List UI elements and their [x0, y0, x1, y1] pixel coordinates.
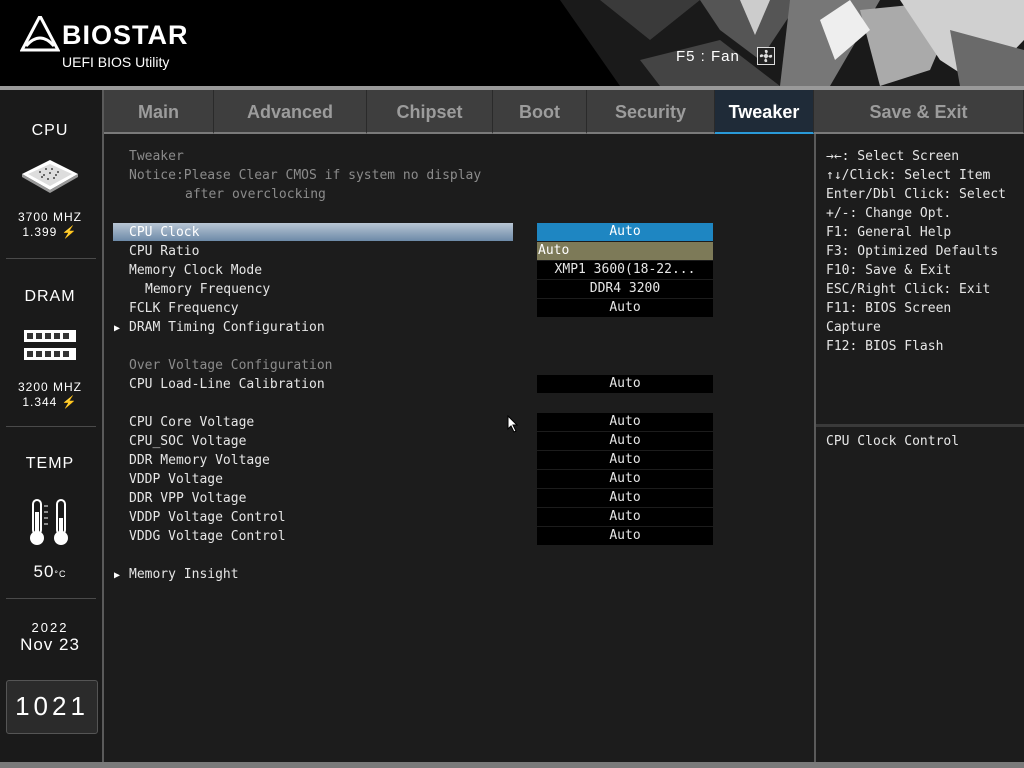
cpu-clock-label[interactable]: CPU Clock: [129, 225, 199, 240]
temp-value: 50°C: [33, 562, 67, 581]
dram-voltage: 1.344 ⚡: [22, 395, 78, 409]
help-key-line: F3: Optimized Defaults: [826, 244, 999, 259]
dram-timing-submenu[interactable]: DRAM Timing Configuration: [129, 320, 325, 335]
memory-module-icon: [24, 330, 76, 360]
dram-title: DRAM: [24, 288, 76, 305]
memory-insight-submenu[interactable]: Memory Insight: [129, 567, 239, 582]
vddp-voltage-control-label[interactable]: VDDP Voltage Control: [129, 510, 286, 525]
cpu-llc-value[interactable]: Auto: [537, 375, 713, 393]
help-key-line: Capture: [826, 320, 881, 335]
voltage-bolt-icon: ⚡: [61, 395, 78, 409]
date-year: 2022: [31, 620, 69, 635]
cpu-llc-label[interactable]: CPU Load-Line Calibration: [129, 377, 325, 392]
memory-frequency-label[interactable]: Memory Frequency: [145, 282, 270, 297]
tab-tweaker[interactable]: Tweaker: [715, 90, 814, 134]
memory-clock-mode-label[interactable]: Memory Clock Mode: [129, 263, 262, 278]
clock-time: 1021: [15, 691, 89, 721]
cpu-soc-voltage-label[interactable]: CPU_SOC Voltage: [129, 434, 246, 449]
logo-mark-icon: [20, 16, 60, 52]
ddr-memory-voltage-value[interactable]: Auto: [537, 451, 713, 469]
header-bar: BIOSTAR UEFI BIOS Utility F5 : Fan: [0, 0, 1024, 86]
cpu-frequency: 3700 MHZ: [17, 210, 83, 224]
sidebar-divider: [6, 598, 96, 599]
help-key-line: F1: General Help: [826, 225, 952, 240]
ddr-vpp-voltage-label[interactable]: DDR VPP Voltage: [129, 491, 246, 506]
fan-icon[interactable]: [757, 47, 775, 65]
dram-frequency: 3200 MHZ: [17, 380, 83, 394]
cpu-chip-icon: [22, 160, 78, 193]
notice-text: Notice:Please Clear CMOS if system no di…: [129, 168, 482, 183]
help-panel: →←: Select Screen ↑↓/Click: Select Item …: [814, 134, 1024, 762]
memory-frequency-value[interactable]: DDR4 3200: [537, 280, 713, 298]
mouse-pointer-icon: [507, 415, 519, 433]
cpu-core-voltage-value[interactable]: Auto: [537, 413, 713, 431]
over-voltage-header: Over Voltage Configuration: [129, 358, 333, 373]
vddg-voltage-control-label[interactable]: VDDG Voltage Control: [129, 529, 286, 544]
fan-hotkey-hint[interactable]: F5 : Fan: [676, 48, 740, 65]
notice-text-continued: after overclocking: [185, 187, 326, 202]
cpu-clock-value[interactable]: Auto: [537, 223, 713, 241]
ddr-memory-voltage-label[interactable]: DDR Memory Voltage: [129, 453, 270, 468]
tab-advanced[interactable]: Advanced: [214, 90, 367, 134]
temp-title: TEMP: [25, 455, 75, 472]
settings-panel: Tweaker Notice:Please Clear CMOS if syst…: [104, 134, 814, 762]
date-month-day: Nov 23: [20, 635, 80, 654]
help-key-line: →←: Select Screen: [826, 149, 960, 164]
help-key-line: F12: BIOS Flash: [826, 339, 944, 354]
vddp-voltage-label[interactable]: VDDP Voltage: [129, 472, 223, 487]
brand-subtitle: UEFI BIOS Utility: [62, 54, 170, 70]
system-status-sidebar: CPU 3700 MHZ 1.399 ⚡ DRAM 3200 MHZ 1.344…: [0, 90, 104, 762]
cpu-soc-voltage-value[interactable]: Auto: [537, 432, 713, 450]
brand-name: BIOSTAR: [62, 20, 189, 50]
help-key-line: +/-: Change Opt.: [826, 206, 952, 221]
vddp-voltage-control-value[interactable]: Auto: [537, 508, 713, 526]
ddr-vpp-voltage-value[interactable]: Auto: [537, 489, 713, 507]
tab-security[interactable]: Security: [587, 90, 715, 134]
bottom-status-bar: [0, 762, 1024, 768]
help-key-line: F10: Save & Exit: [826, 263, 952, 278]
thermometer-icon: [30, 499, 68, 545]
help-key-line: F11: BIOS Screen: [826, 301, 952, 316]
tab-boot[interactable]: Boot: [493, 90, 587, 134]
section-title: Tweaker: [129, 149, 184, 164]
cpu-core-voltage-label[interactable]: CPU Core Voltage: [129, 415, 254, 430]
help-key-line: ↑↓/Click: Select Item: [826, 168, 991, 183]
voltage-bolt-icon: ⚡: [61, 225, 78, 239]
cpu-title: CPU: [31, 122, 69, 139]
tab-chipset[interactable]: Chipset: [367, 90, 493, 134]
item-description: CPU Clock Control: [826, 434, 960, 449]
memory-clock-mode-value[interactable]: XMP1 3600(18-22...: [537, 261, 713, 279]
vddg-voltage-control-value[interactable]: Auto: [537, 527, 713, 545]
sidebar-divider: [6, 426, 96, 427]
vddp-voltage-value[interactable]: Auto: [537, 470, 713, 488]
help-key-line: Enter/Dbl Click: Select: [826, 187, 1007, 202]
cpu-ratio-label[interactable]: CPU Ratio: [129, 244, 199, 259]
sidebar-divider: [6, 258, 96, 259]
tab-save-exit[interactable]: Save & Exit: [814, 90, 1024, 134]
submenu-arrow-icon: ▶: [114, 570, 121, 581]
help-divider: [816, 424, 1024, 427]
submenu-arrow-icon: ▶: [114, 323, 121, 334]
fclk-frequency-value[interactable]: Auto: [537, 299, 713, 317]
tab-main[interactable]: Main: [104, 90, 214, 134]
tab-bar: Main Advanced Chipset Boot Security Twea…: [104, 90, 1024, 134]
cpu-ratio-input[interactable]: Auto: [537, 242, 713, 260]
help-key-line: ESC/Right Click: Exit: [826, 282, 991, 297]
fclk-frequency-label[interactable]: FCLK Frequency: [129, 301, 239, 316]
cpu-voltage: 1.399 ⚡: [22, 225, 78, 239]
clock-display: 1021: [6, 680, 98, 734]
